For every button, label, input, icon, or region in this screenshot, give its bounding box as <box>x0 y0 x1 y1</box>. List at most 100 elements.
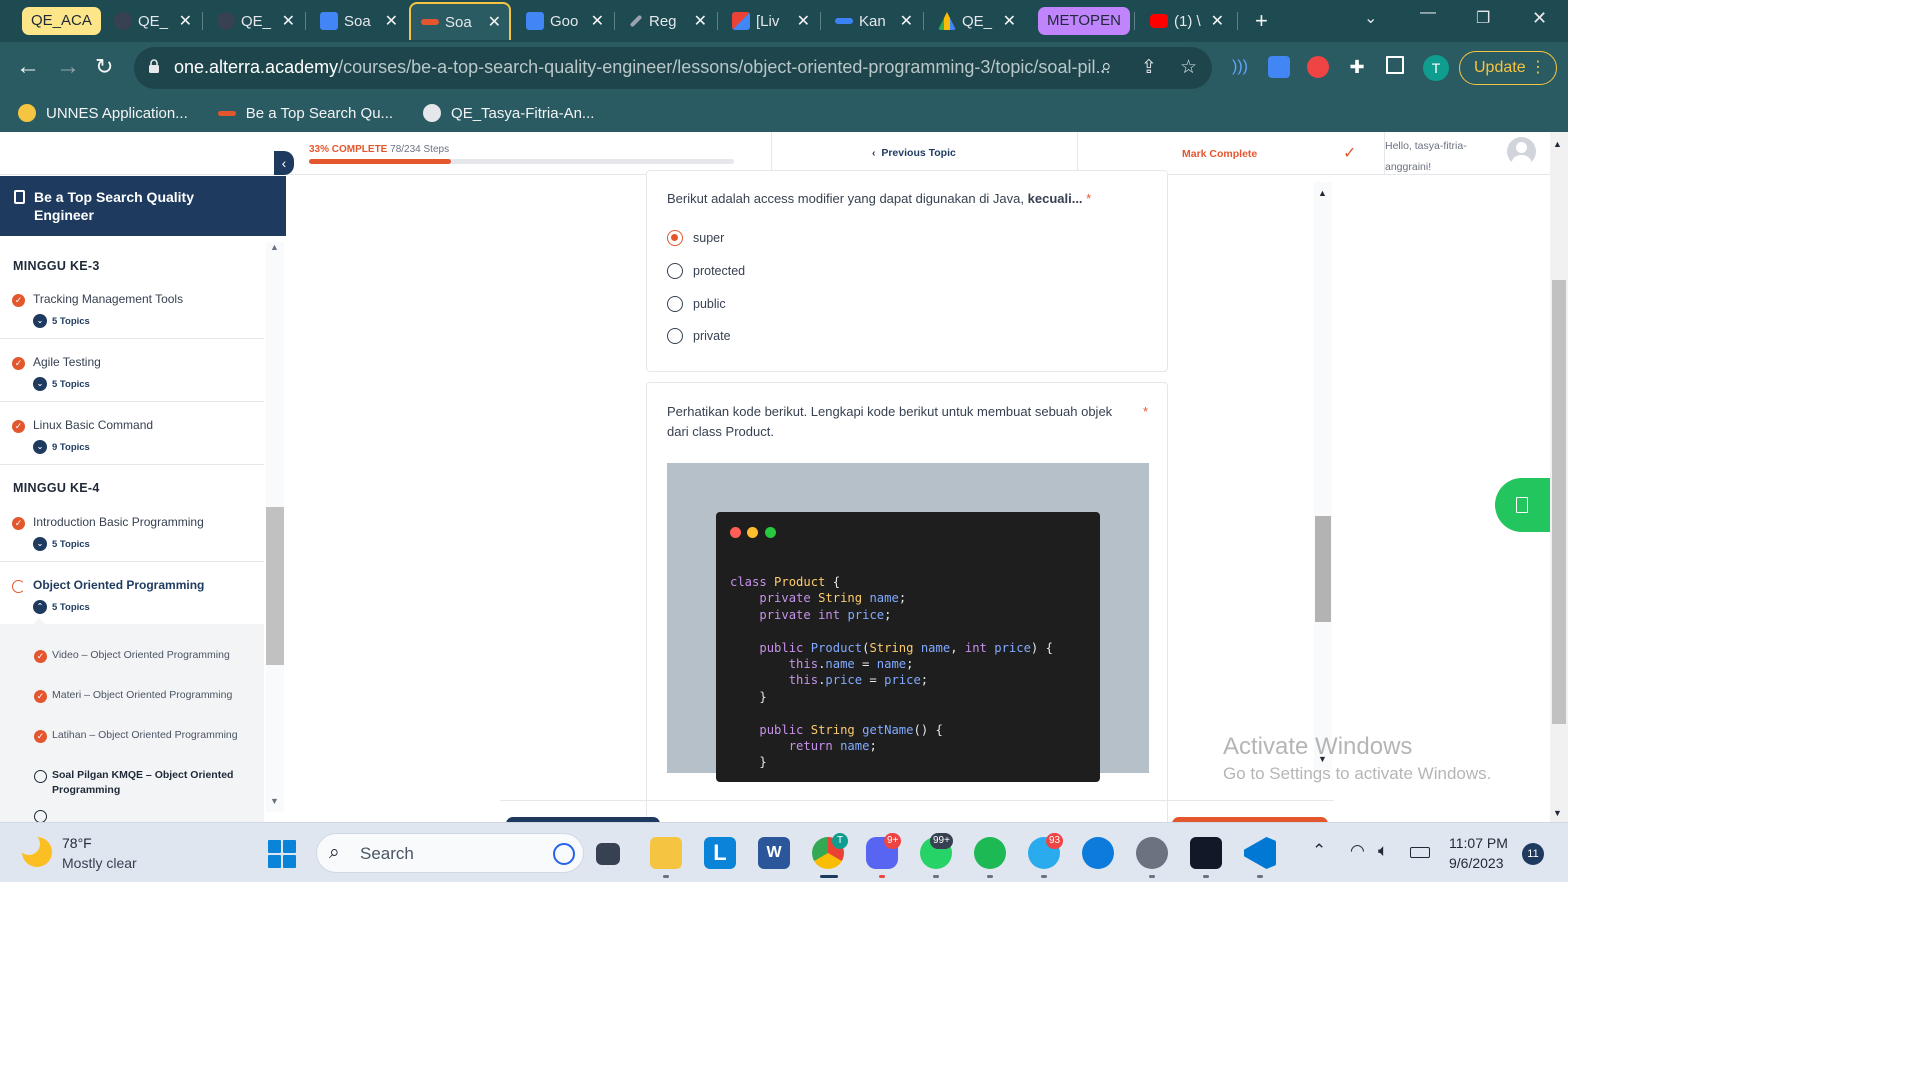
side-panel-icon[interactable] <box>1386 56 1404 74</box>
option-label[interactable]: public <box>693 297 726 311</box>
close-tab-icon[interactable]: ✕ <box>488 12 501 32</box>
browser-tab[interactable]: Reg ✕ <box>619 4 715 38</box>
option-label[interactable]: private <box>693 329 731 343</box>
minimize-icon[interactable]: — <box>1420 4 1436 22</box>
desktop-icon[interactable] <box>596 843 620 865</box>
lesson-topics-toggle[interactable]: ⌄ 9 Topics <box>33 440 90 454</box>
lexi-icon[interactable]: L <box>704 837 736 869</box>
answer-option[interactable]: protected <box>667 263 745 279</box>
windows-start-icon[interactable] <box>268 840 296 868</box>
lesson-name[interactable]: Agile Testing <box>33 355 101 369</box>
close-tab-icon[interactable]: ✕ <box>385 11 398 31</box>
collapse-sidebar-button[interactable]: ‹ <box>274 151 294 175</box>
spotify-icon[interactable] <box>974 837 1006 869</box>
answer-option[interactable]: public <box>667 296 726 312</box>
close-tab-icon[interactable]: ✕ <box>694 11 707 31</box>
topic-name[interactable]: Latihan – Object Oriented Programming <box>52 728 252 743</box>
intellij-icon[interactable] <box>1190 837 1222 869</box>
close-tab-icon[interactable]: ✕ <box>900 11 913 31</box>
vscode-icon[interactable] <box>1244 837 1276 869</box>
answer-option[interactable]: super <box>667 230 724 246</box>
new-tab-plus-icon[interactable]: + <box>1255 8 1268 34</box>
lesson-topics-toggle[interactable]: ⌄ 5 Topics <box>33 314 90 328</box>
browser-tab[interactable]: Goo ✕ <box>516 4 612 38</box>
checkmark-icon[interactable]: ✓ <box>1343 143 1356 163</box>
browser-scroll-down-icon[interactable]: ▼ <box>1553 808 1562 818</box>
sidebar-scroll-up-icon[interactable]: ▲ <box>270 242 279 252</box>
close-tab-icon[interactable]: ✕ <box>282 11 295 31</box>
content-scroll-up-icon[interactable]: ▲ <box>1318 188 1327 198</box>
browser-tab[interactable]: QE_ ✕ <box>928 4 1024 38</box>
close-tab-icon[interactable]: ✕ <box>179 11 192 31</box>
weather-condition[interactable]: Mostly clear <box>62 855 137 871</box>
close-window-icon[interactable]: ✕ <box>1532 8 1547 29</box>
lesson-name[interactable]: Tracking Management Tools <box>33 292 183 306</box>
sidebar-scroll-down-icon[interactable]: ▼ <box>270 796 279 806</box>
extensions-puzzle-icon[interactable]: ✚ <box>1346 56 1368 78</box>
close-tab-icon[interactable]: ✕ <box>797 11 810 31</box>
address-bar[interactable]: one.alterra.academy/courses/be-a-top-sea… <box>134 47 1212 89</box>
clock-time[interactable]: 11:07 PM <box>1449 835 1508 851</box>
word-icon[interactable]: W <box>758 837 790 869</box>
sidebar-scrollbar-thumb[interactable] <box>266 507 284 665</box>
radio-selected[interactable] <box>667 230 683 246</box>
lesson-topics-toggle[interactable]: ⌃ 5 Topics <box>33 600 90 614</box>
weather-moon-icon[interactable] <box>18 833 52 867</box>
tab-group-metopen[interactable]: METOPEN <box>1038 7 1130 35</box>
browser-tab-active[interactable]: Soa ✕ <box>409 2 511 40</box>
course-title[interactable]: Be a Top Search Quality Engineer <box>34 188 234 224</box>
mark-complete-button[interactable]: Mark Complete <box>1182 148 1257 160</box>
close-tab-icon[interactable]: ✕ <box>1003 11 1016 31</box>
reload-icon[interactable]: ↻ <box>95 54 113 80</box>
browser-tab[interactable]: QE_ ✕ <box>104 4 200 38</box>
settings-gear-icon[interactable] <box>1136 837 1168 869</box>
tab-search-chevron-icon[interactable]: ⌄ <box>1364 8 1377 28</box>
topic-name[interactable]: Soal Pilgan KMQE – Object Oriented Progr… <box>52 768 252 798</box>
lesson-topics-toggle[interactable]: ⌄ 5 Topics <box>33 537 90 551</box>
taskbar-search[interactable]: ⌕ Search <box>316 833 584 873</box>
lesson-topics-toggle[interactable]: ⌄ 5 Topics <box>33 377 90 391</box>
close-tab-icon[interactable]: ✕ <box>591 11 604 31</box>
answer-option[interactable]: private <box>667 328 731 344</box>
browser-tab[interactable]: QE_ ✕ <box>207 4 303 38</box>
battery-icon[interactable] <box>1410 847 1430 858</box>
option-label[interactable]: super <box>693 231 724 245</box>
bookmark-item[interactable]: Be a Top Search Qu... <box>217 105 393 122</box>
browser-tab[interactable]: Soa ✕ <box>310 4 406 38</box>
topic-name[interactable]: Materi – Object Oriented Programming <box>52 688 252 703</box>
chevron-up-icon[interactable]: ⌃ <box>1312 841 1326 861</box>
content-scrollbar[interactable] <box>1314 182 1332 770</box>
browser-tab[interactable]: Kan ✕ <box>825 4 921 38</box>
google-translate-extension-icon[interactable] <box>1268 56 1290 78</box>
forward-arrow-icon[interactable]: → <box>56 54 80 80</box>
content-scrollbar-thumb[interactable] <box>1315 516 1331 622</box>
zoom-search-icon[interactable]: ⌕ <box>1101 56 1112 78</box>
lesson-name[interactable]: Linux Basic Command <box>33 418 153 432</box>
tab-group-qe-aca[interactable]: QE_ACA <box>22 7 101 35</box>
lesson-name[interactable]: Object Oriented Programming <box>33 578 204 592</box>
radio-button[interactable] <box>667 328 683 344</box>
option-label[interactable]: protected <box>693 264 745 278</box>
file-explorer-icon[interactable] <box>650 837 682 869</box>
adblock-hand-icon[interactable] <box>1307 56 1329 78</box>
browser-tab[interactable]: [Liv ✕ <box>722 4 818 38</box>
lesson-name[interactable]: Introduction Basic Programming <box>33 515 204 529</box>
chat-widget-button[interactable] <box>1495 478 1550 532</box>
volume-icon[interactable]: 🔈︎ <box>1378 841 1388 861</box>
bing-icon[interactable] <box>553 843 575 865</box>
close-tab-icon[interactable]: ✕ <box>1211 11 1224 31</box>
user-avatar[interactable] <box>1507 137 1536 166</box>
extension-wifi-icon[interactable]: ))) <box>1229 56 1251 78</box>
browser-scrollbar-thumb[interactable] <box>1552 280 1566 724</box>
update-button[interactable]: Update ⋮ <box>1459 51 1557 85</box>
browser-tab[interactable]: (1) \ ✕ <box>1140 4 1232 38</box>
previous-topic-button[interactable]: ‹ Previous Topic <box>872 147 956 159</box>
bookmark-star-icon[interactable]: ☆ <box>1180 56 1197 79</box>
weather-temperature[interactable]: 78°F <box>62 835 92 851</box>
restore-icon[interactable]: ❐ <box>1476 8 1490 28</box>
share-icon[interactable]: ⇪ <box>1141 56 1157 79</box>
topic-name[interactable]: Video – Object Oriented Programming <box>52 648 252 663</box>
more-menu-icon[interactable]: ⋮ <box>1530 52 1546 83</box>
url-text[interactable]: one.alterra.academy/courses/be-a-top-sea… <box>174 57 1110 78</box>
bookmark-item[interactable]: UNNES Application... <box>18 104 188 122</box>
